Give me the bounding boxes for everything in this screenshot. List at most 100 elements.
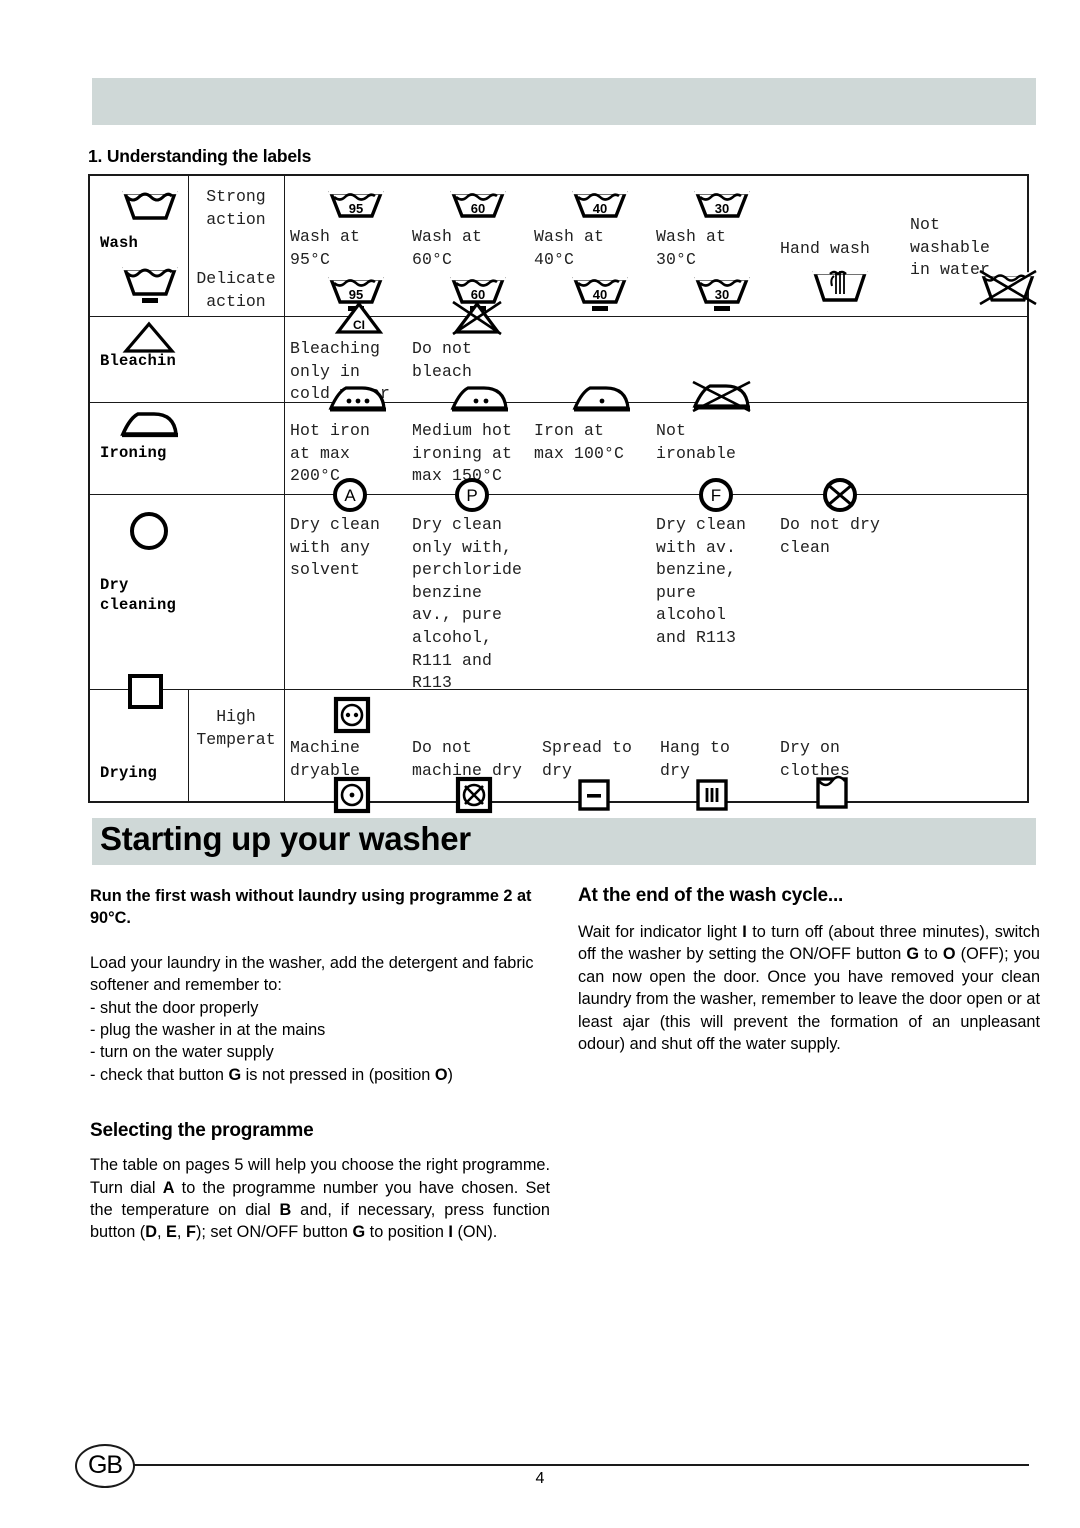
list-item-text-end: ) [447,1065,453,1084]
row-label-bleaching: Bleachin [100,352,177,370]
para-seg-8: (ON). [452,1223,498,1242]
button-d-ref: D [145,1223,157,1242]
lead-paragraph: Run the first wash without laundry using… [90,887,532,928]
row-label-wash: Wash [100,234,139,252]
dryclean-cell-none-text: Do not dry clean [780,515,881,557]
top-banner [92,78,1036,125]
hand-wash-icon [812,270,868,302]
para-seg-4: , [156,1223,167,1242]
wash-cell-60-text: Wash at 60°C [412,227,483,269]
dial-a-ref: A [162,1178,175,1197]
dryclean-circle-icon [130,512,168,550]
wash-mode-strong: Strong action [206,187,266,229]
svg-text:30: 30 [715,287,729,302]
para-seg-5: , [176,1223,186,1242]
circle-f-icon: F [699,478,733,512]
button-g-ref: G [228,1065,242,1084]
svg-text:P: P [466,486,477,505]
table-row-divider [90,402,1027,403]
table-row-divider [90,494,1027,495]
iron-cell-none-text: Not ironable [656,421,737,463]
para-seg-7: to position [365,1223,449,1242]
left-column: Run the first wash without laundry using… [90,885,550,1244]
iron-3-dots-icon [328,386,386,412]
right-seg-3: to [919,945,943,964]
subheading-selecting-programme: Selecting the programme [90,1120,314,1142]
wash-mode-delicate: Delicate action [196,269,276,311]
square-icon [128,674,163,709]
list-item-text-pre: - check that button [90,1065,229,1084]
button-e-ref: E [166,1223,177,1242]
line-dry-icon [696,779,728,811]
svg-text:95: 95 [349,201,363,216]
table-col-divider [188,689,189,801]
list-item-text-mid: is not pressed in (position [241,1065,435,1084]
circle-a-icon: A [333,478,367,512]
page-title-bar: Starting up your washer [92,818,1036,865]
table-row-divider [90,316,1027,317]
document-page: 1. Understanding the labels Wash Strong … [0,0,1080,1528]
footer-rule [133,1464,1029,1466]
wash-tub-delicate-icon [122,266,178,303]
wash-cell-95-text: Wash at 95°C [290,227,361,269]
table-col-divider [188,176,189,316]
section-heading: 1. Understanding the labels [88,146,312,166]
svg-text:A: A [344,486,356,505]
svg-text:30: 30 [715,201,729,216]
no-iron-icon [692,380,751,413]
svg-text:40: 40 [593,287,607,302]
selecting-programme-paragraph: The table on pages 5 will help you choos… [90,1154,550,1244]
flat-dry-icon [578,779,610,811]
wash-cell-40-text: Wash at 40°C [534,227,605,269]
circle-p-icon: P [455,478,489,512]
svg-text:60: 60 [471,201,485,216]
para-seg-6: ); set ON/OFF button [195,1223,353,1242]
heading-end-of-wash-cycle: At the end of the wash cycle... [578,885,844,906]
drying-mode-high: High Temperat [196,707,276,749]
end-of-cycle-paragraph: Wait for indicator light I to turn off (… [578,921,1040,1055]
wash-cell-30-text: Wash at 30°C [656,227,727,269]
bleach-cl-icon: CI [334,301,384,334]
list-item: - shut the door properly [90,998,259,1017]
page-number: 4 [535,1470,545,1487]
button-f-ref: F [185,1223,196,1242]
tub-95-icon: 95 [328,190,384,218]
bleach-triangle-icon [122,321,176,353]
drip-dry-icon [816,775,848,809]
no-dryclean-icon [823,478,857,512]
iron-icon [120,412,178,438]
position-o-ref: O [434,1065,448,1084]
button-g-ref-3: G [906,945,920,964]
tub-30-delicate-icon: 30 [694,276,750,311]
tub-60-icon: 60 [450,190,506,218]
iron-1-dot-icon [572,386,630,412]
button-g-ref-2: G [352,1223,366,1242]
drying-cell-dripdry-text: Dry on clothes [780,738,851,780]
dryclean-cell-p-text: Dry clean only with, perchloride benzine… [412,515,523,693]
tub-40-delicate-icon: 40 [572,276,628,311]
no-bleach-icon [452,300,502,336]
tub-40-icon: 40 [572,190,628,218]
tumble-high-icon [333,696,371,734]
dial-b-ref: B [279,1201,292,1220]
svg-text:40: 40 [593,201,607,216]
no-wash-icon [979,270,1037,306]
checklist: - shut the door properly - plug the wash… [90,997,550,1087]
list-item: - turn on the water supply [90,1043,274,1062]
laundry-label-table: Wash Strong action Delicate action 95 Wa… [88,174,1037,814]
svg-text:CI: CI [353,318,365,332]
right-column: At the end of the wash cycle... Wait for… [578,885,1040,1055]
row-label-ironing: Ironing [100,444,167,462]
list-item: - plug the washer in at the mains [90,1021,326,1040]
page-title: Starting up your washer [100,820,471,857]
table-col-divider [284,176,285,801]
row-label-drying: Drying [100,764,158,782]
svg-text:F: F [711,486,721,505]
iron-2-dots-icon [450,386,508,412]
right-seg-1: Wait for indicator light [578,923,743,941]
wash-tub-icon [122,190,178,220]
no-tumble-icon [455,776,493,814]
tumble-low-icon [333,776,371,814]
intro-paragraph: Load your laundry in the washer, add the… [90,953,534,995]
list-item: - check that button G is not pressed in … [90,1064,550,1086]
